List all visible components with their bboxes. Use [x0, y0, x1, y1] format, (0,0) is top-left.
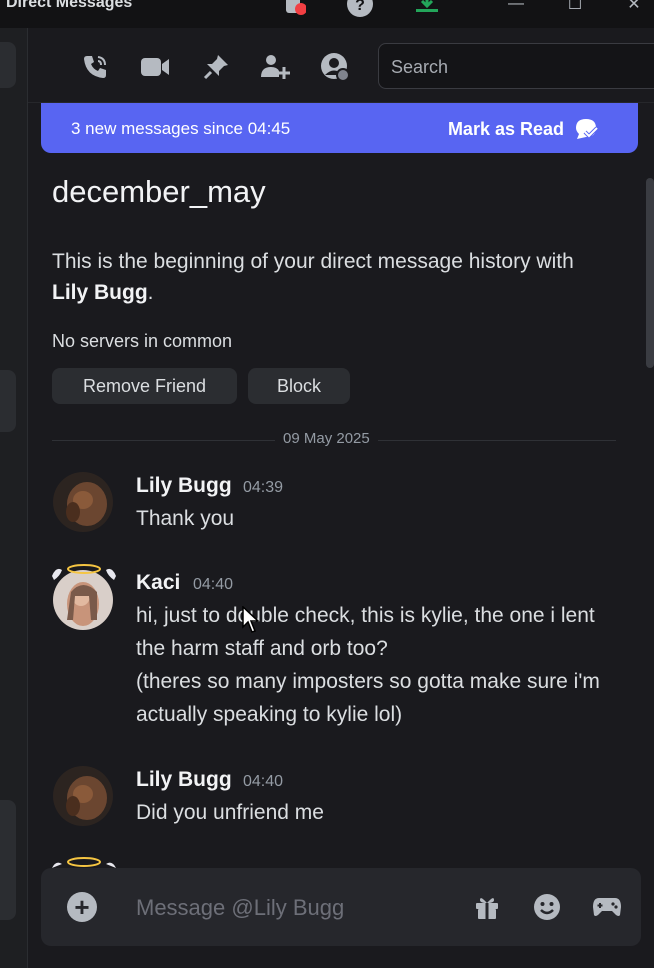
- title-bar: Direct Messages ? — ☐ ✕: [0, 0, 654, 28]
- mutual-servers-text: No servers in common: [52, 331, 233, 351]
- minimize-button[interactable]: —: [496, 0, 536, 16]
- dm-intro-text: This is the beginning of your direct mes…: [52, 250, 574, 304]
- message-author[interactable]: Lily Bugg: [136, 474, 232, 498]
- message-content: (theres so many imposters so gotta make …: [136, 670, 600, 726]
- add-attachment-button[interactable]: +: [67, 892, 97, 922]
- dm-channel: Search 3 new messages since 04:45 Mark a…: [28, 28, 654, 968]
- download-icon[interactable]: [412, 0, 442, 18]
- message-content: hi, just to double check, this is kylie,…: [136, 604, 595, 660]
- message-composer[interactable]: + Message @Lily Bugg: [41, 868, 641, 946]
- new-messages-banner[interactable]: 3 new messages since 04:45 Mark as Read: [41, 103, 638, 153]
- dm-username-title: december_may: [52, 174, 266, 209]
- sidebar-item[interactable]: [0, 370, 16, 432]
- mark-read-icon: [576, 119, 598, 139]
- sidebar-strip: [0, 28, 28, 968]
- avatar[interactable]: [53, 472, 113, 532]
- video-call-icon[interactable]: [138, 50, 172, 84]
- game-controller-icon[interactable]: [588, 888, 626, 926]
- channel-header: Search: [28, 28, 654, 103]
- message-timestamp: 04:39: [243, 479, 284, 496]
- halo-decoration-icon: [52, 564, 116, 580]
- message-timestamp: 04:40: [193, 576, 234, 593]
- dm-intro-name: Lily Bugg: [52, 281, 148, 304]
- message-author[interactable]: Lily Bugg: [136, 768, 232, 792]
- mark-as-read-button[interactable]: Mark as Read: [448, 117, 598, 141]
- message-author[interactable]: Kaci: [136, 571, 180, 595]
- scrollbar[interactable]: [646, 178, 654, 368]
- inbox-icon[interactable]: [280, 0, 310, 18]
- mark-as-read-label: Mark as Read: [447, 118, 564, 139]
- pin-icon[interactable]: [199, 50, 233, 84]
- svg-text:?: ?: [355, 0, 365, 14]
- window-title: Direct Messages: [6, 0, 133, 11]
- maximize-button[interactable]: ☐: [555, 0, 595, 16]
- date-divider-label: 09 May 2025: [275, 430, 378, 447]
- gift-icon[interactable]: [468, 888, 506, 926]
- message-content: Did you unfriend me: [136, 801, 324, 824]
- search-input[interactable]: Search: [378, 43, 654, 89]
- remove-friend-button[interactable]: Remove Friend: [52, 368, 237, 404]
- add-friend-icon[interactable]: [258, 50, 292, 84]
- message-timestamp: 04:40: [243, 773, 284, 790]
- phone-call-icon[interactable]: [78, 50, 112, 84]
- avatar[interactable]: [53, 766, 113, 826]
- block-button[interactable]: Block: [248, 368, 350, 404]
- new-messages-text: 3 new messages since 04:45: [71, 119, 291, 138]
- close-button[interactable]: ✕: [614, 0, 654, 16]
- help-icon[interactable]: ?: [345, 0, 375, 18]
- user-profile-icon[interactable]: [318, 50, 352, 84]
- halo-decoration-icon: [52, 857, 116, 868]
- emoji-icon[interactable]: [528, 888, 566, 926]
- sidebar-item[interactable]: [0, 800, 16, 920]
- message-input-placeholder[interactable]: Message @Lily Bugg: [136, 895, 344, 921]
- search-placeholder: Search: [391, 57, 449, 77]
- sidebar-item[interactable]: [0, 42, 16, 88]
- message-content: Thank you: [136, 507, 235, 530]
- mouse-cursor-icon: [242, 606, 260, 633]
